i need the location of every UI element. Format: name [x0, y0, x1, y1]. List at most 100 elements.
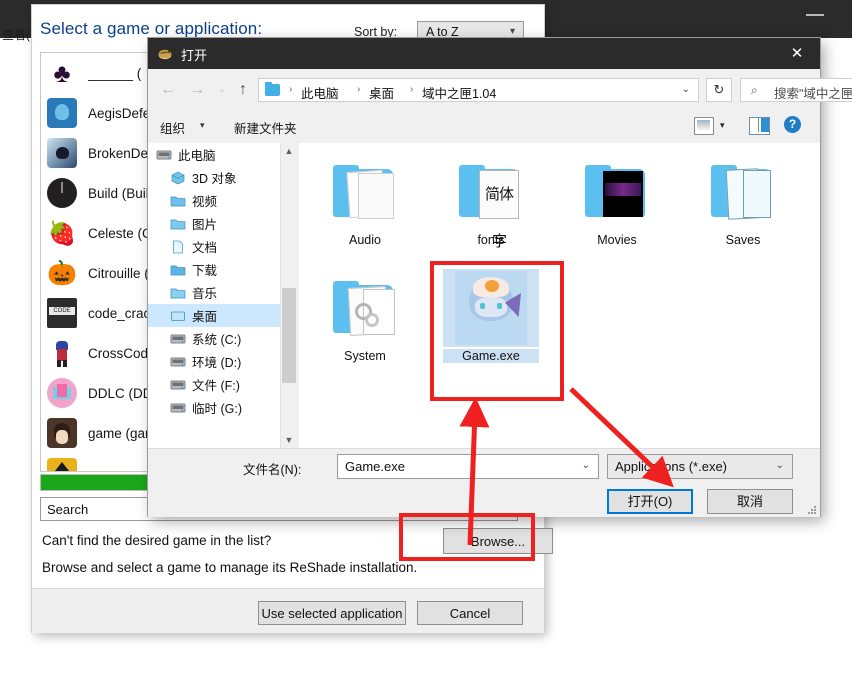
- open-button[interactable]: 打开(O): [607, 489, 693, 514]
- tree-item-label: 桌面: [192, 310, 218, 324]
- filename-input[interactable]: Game.exe ⌄: [337, 454, 599, 479]
- pictures-icon: [170, 216, 186, 232]
- tree-item-3[interactable]: 图片: [148, 212, 296, 235]
- open-dialog-navbar: ← → ⌄ ↑ › 此电脑 › 桌面 › 域中之匣1.04 ⌄ ↻ ⌕ 搜索"域…: [148, 69, 852, 109]
- recent-locations-icon[interactable]: ⌄: [211, 79, 233, 101]
- tree-item-9[interactable]: 环境 (D:): [148, 350, 296, 373]
- organize-button[interactable]: 组织: [160, 118, 185, 137]
- open-dialog-title: 打开: [181, 48, 208, 63]
- videos-icon: [170, 193, 186, 209]
- breadcrumb-item-0[interactable]: 此电脑: [301, 83, 339, 102]
- new-folder-button[interactable]: 新建文件夹: [234, 118, 297, 137]
- preview-pane-icon[interactable]: [749, 117, 770, 135]
- dialog-cancel-button[interactable]: 取消: [707, 489, 793, 514]
- sort-by-label: Sort by:: [354, 25, 398, 39]
- tree-item-0[interactable]: 此电脑: [148, 143, 296, 166]
- tree-item-label: 图片: [192, 218, 218, 232]
- file-item[interactable]: System: [317, 269, 413, 363]
- tree-item-7[interactable]: 桌面: [148, 304, 296, 327]
- tree-item-4[interactable]: 文档: [148, 235, 296, 258]
- resize-grip-icon[interactable]: [807, 505, 817, 515]
- folder-icon: [265, 82, 280, 96]
- navigation-tree[interactable]: 此电脑 3D 对象视频图片文档下载音乐桌面系统 (C:) 环境 (D:) 文件 (F:…: [148, 143, 296, 448]
- breadcrumb-item-1[interactable]: 桌面: [369, 83, 394, 102]
- address-bar[interactable]: › 此电脑 › 桌面 › 域中之匣1.04 ⌄: [258, 78, 699, 102]
- search-icon: ⌕: [751, 83, 758, 97]
- open-dialog-app-icon: [158, 49, 172, 60]
- folder-icon: 简体字: [443, 153, 539, 250]
- chevron-down-icon[interactable]: ▾: [200, 120, 205, 131]
- folder-icon: [317, 153, 413, 231]
- list-item-label: ______ (: [88, 65, 142, 81]
- breadcrumb-separator: ›: [357, 84, 361, 95]
- back-icon[interactable]: ←: [157, 79, 179, 101]
- help-icon[interactable]: ?: [784, 116, 801, 133]
- hint-line-1: Can't find the desired game in the list?: [42, 533, 272, 548]
- downloads-icon: [170, 262, 186, 278]
- background-menu-label: 查看(: [2, 28, 30, 42]
- list-item-label: Build (Build: [88, 185, 157, 201]
- tree-item-label: 环境 (D:): [192, 356, 242, 370]
- list-item-label: game (gam: [88, 425, 157, 441]
- dialog-search-placeholder: 搜索"域中之匣1.04": [774, 87, 852, 101]
- breadcrumb-separator: ›: [410, 84, 414, 95]
- tree-item-label: 视频: [192, 195, 218, 209]
- list-item-label: CrossCode: [88, 345, 156, 361]
- up-icon[interactable]: ↑: [232, 79, 254, 101]
- chevron-down-icon[interactable]: ⌄: [682, 84, 690, 95]
- forward-icon[interactable]: →: [186, 79, 208, 101]
- open-dialog-titlebar[interactable]: [148, 38, 820, 69]
- minimize-button[interactable]: [793, 0, 839, 30]
- chevron-down-icon[interactable]: ⌄: [776, 460, 784, 471]
- chevron-down-icon[interactable]: ⌄: [582, 460, 590, 471]
- chevron-down-icon[interactable]: ▾: [720, 120, 725, 131]
- desktop-icon: [170, 308, 186, 324]
- close-icon[interactable]: ✕: [774, 38, 820, 69]
- tree-item-6[interactable]: 音乐: [148, 281, 296, 304]
- file-item-label: Saves: [725, 233, 761, 247]
- view-mode-icon[interactable]: [694, 117, 714, 135]
- reshade-footer: Use selected application Cancel: [32, 588, 544, 633]
- tree-scrollbar[interactable]: ▲ ▼: [280, 143, 297, 448]
- file-item-label: Movies: [597, 233, 637, 247]
- drive-icon: [170, 377, 186, 393]
- broken-icon: [47, 138, 77, 168]
- scroll-down-icon[interactable]: ▼: [281, 432, 297, 448]
- tree-item-label: 文档: [192, 241, 218, 255]
- scrollbar-thumb[interactable]: [282, 288, 296, 383]
- file-item[interactable]: 简体字 fonts: [443, 153, 539, 250]
- breadcrumb-separator: ›: [289, 84, 293, 95]
- tree-item-label: 此电脑: [178, 149, 216, 163]
- tree-item-label: 临时 (G:): [192, 402, 242, 416]
- tree-item-label: 下载: [192, 264, 218, 278]
- documents-icon: [170, 239, 186, 255]
- codecracker-icon: CODE: [47, 298, 77, 328]
- tree-item-1[interactable]: 3D 对象: [148, 166, 296, 189]
- scroll-up-icon[interactable]: ▲: [281, 143, 297, 159]
- file-type-filter[interactable]: Applications (*.exe) ⌄: [607, 454, 793, 479]
- ddlc-icon: [47, 378, 77, 408]
- folder-icon: [695, 153, 791, 231]
- folder-overlay-text: 简体字: [479, 170, 519, 250]
- music-icon: [170, 285, 186, 301]
- breadcrumb-item-2[interactable]: 域中之匣1.04: [422, 83, 496, 102]
- computer-icon: [156, 147, 172, 163]
- file-item[interactable]: Saves: [695, 153, 791, 247]
- tree-item-5[interactable]: 下载: [148, 258, 296, 281]
- hint-line-2: Browse and select a game to manage its R…: [42, 560, 418, 575]
- tree-item-8[interactable]: 系统 (C:): [148, 327, 296, 350]
- dialog-search-input[interactable]: ⌕ 搜索"域中之匣1.04": [740, 78, 852, 102]
- cancel-button[interactable]: Cancel: [417, 601, 523, 625]
- refresh-icon[interactable]: ↻: [706, 78, 732, 102]
- tree-item-11[interactable]: 临时 (G:): [148, 396, 296, 419]
- page-title: Select a game or application:: [40, 19, 263, 38]
- tree-item-10[interactable]: 文件 (F:): [148, 373, 296, 396]
- sort-by-value: A to Z: [426, 25, 459, 39]
- open-dialog-toolbar: 组织 ▾ 新建文件夹 ▾ ?: [148, 109, 820, 144]
- use-selected-application-button[interactable]: Use selected application: [258, 601, 406, 625]
- file-item-label: System: [344, 349, 386, 363]
- tree-item-2[interactable]: 视频: [148, 189, 296, 212]
- file-item[interactable]: Audio: [317, 153, 413, 247]
- open-dialog-bottom-bar: 文件名(N): Game.exe ⌄ Applications (*.exe) …: [148, 448, 820, 517]
- file-item[interactable]: Movies: [569, 153, 665, 247]
